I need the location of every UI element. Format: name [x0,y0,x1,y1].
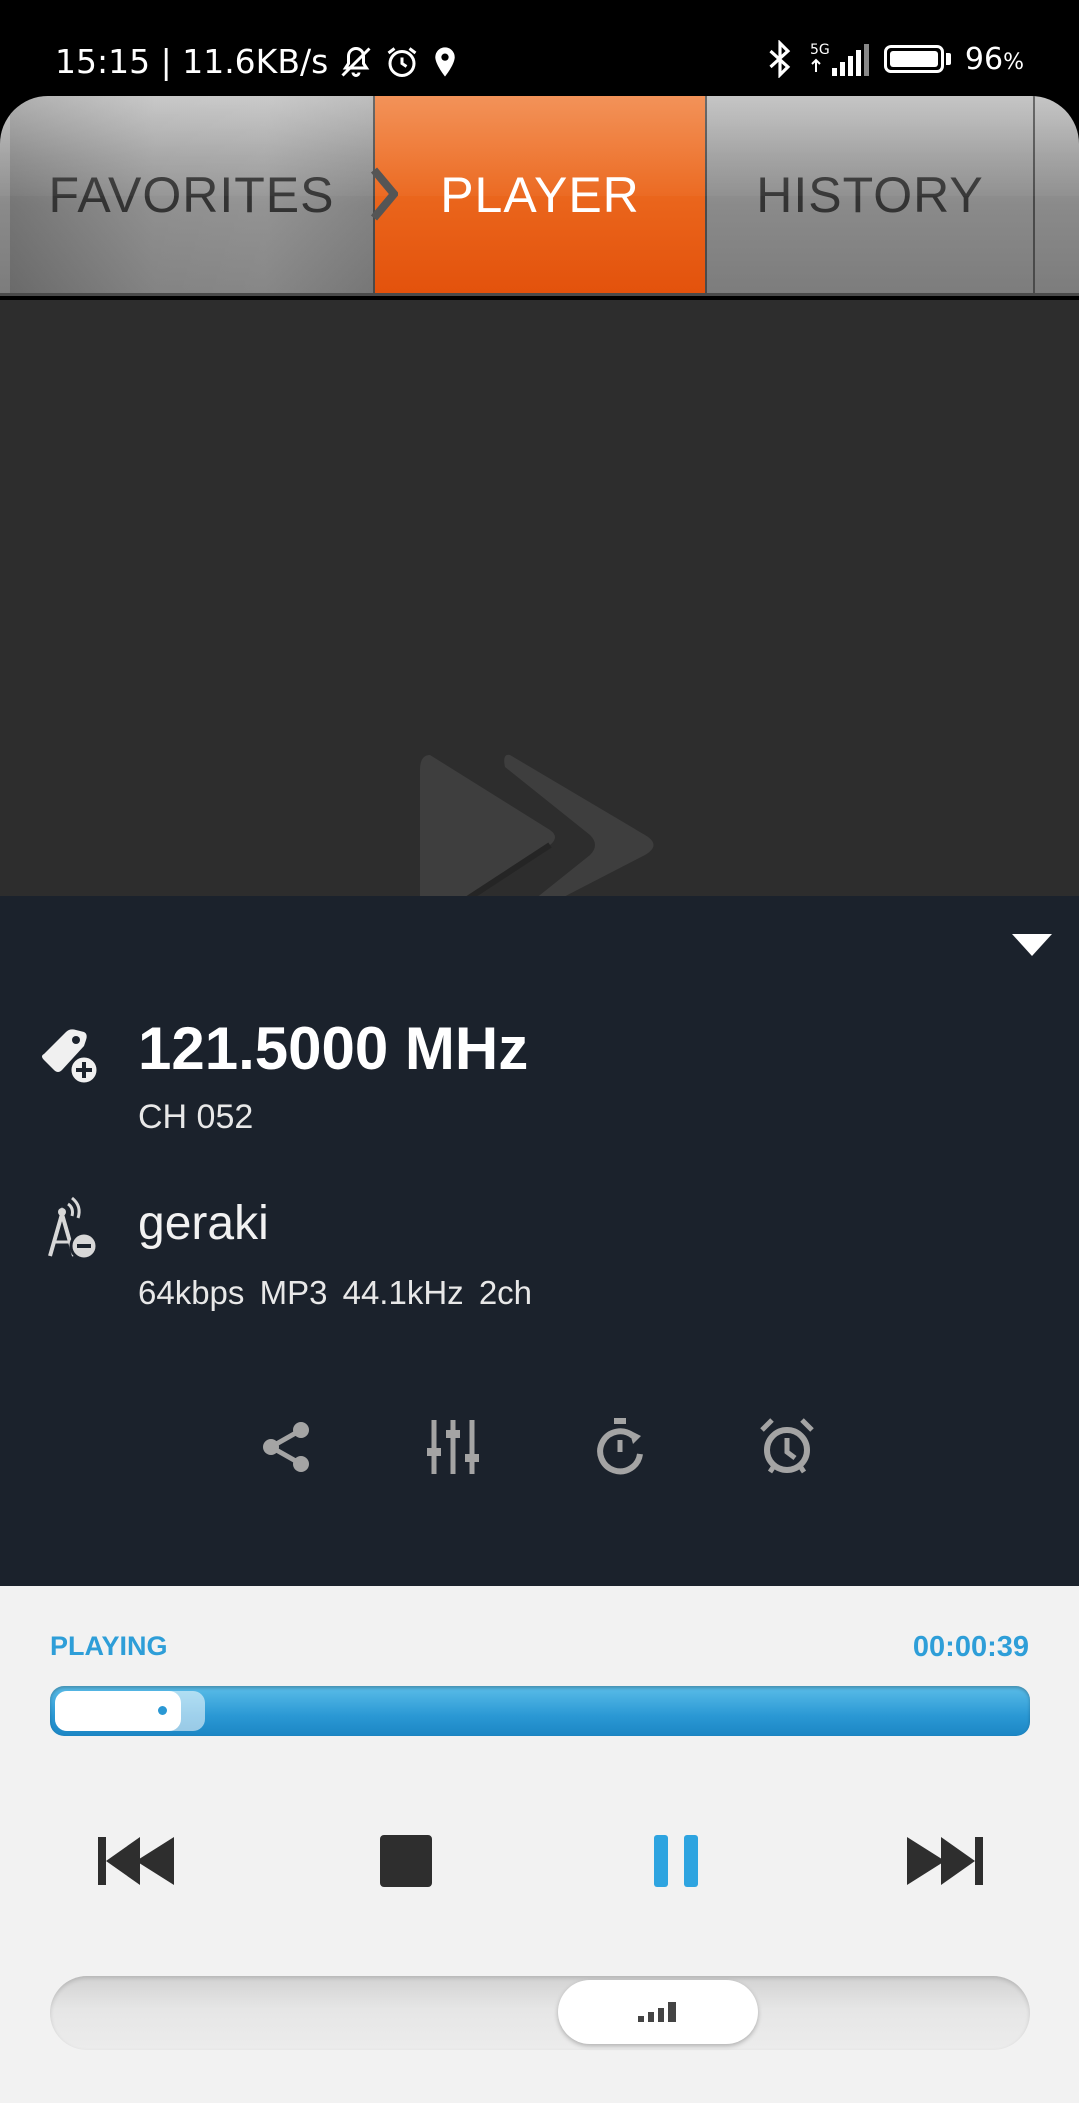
equalizer-icon[interactable] [422,1416,484,1478]
status-time-speed: 15:15 | 11.6KB/s [55,42,329,81]
tab-history[interactable]: HISTORY [705,96,1035,293]
tab-history-label: HISTORY [756,166,984,223]
volume-level-icon [638,2002,676,2022]
buffer-progress-bar[interactable] [50,1686,1030,1736]
player-controls: PLAYING 00:00:39 [0,1586,1079,2103]
skip-next-icon [907,1837,983,1885]
sleep-timer-icon[interactable] [589,1416,651,1478]
status-bar: 15:15 | 11.6KB/s 5G 96% [0,0,1079,96]
network-type: 5G [810,42,830,58]
skip-previous-icon [98,1837,174,1885]
location-icon [430,45,460,79]
share-icon[interactable] [255,1416,317,1478]
stream-info: 64kbps MP3 44.1kHz 2ch [138,1274,533,1311]
tab-player[interactable]: PLAYER [375,96,705,293]
action-bar [255,1416,818,1478]
tab-favorites-label: FAVORITES [48,166,335,223]
alarm-status-icon [384,44,420,80]
app-logo-play-icon [420,754,654,896]
top-tabs: FAVORITES PLAYER HISTORY [0,96,1079,296]
transport-controls [0,1806,1079,1916]
previous-button[interactable] [81,1806,191,1916]
add-favorite-tag-icon[interactable] [40,1026,102,1088]
alarm-icon[interactable] [756,1416,818,1478]
elapsed-time: 00:00:39 [912,1631,1029,1663]
battery-percent: 96% [964,41,1024,77]
bluetooth-icon [766,40,794,78]
stop-icon [380,1835,432,1887]
frequency: 121.5000 MHz [138,1015,529,1082]
tab-separator-arrow-icon [370,167,398,221]
signal-icon: 5G [808,40,870,78]
volume-slider[interactable] [50,1976,1030,2050]
volume-knob[interactable] [558,1980,758,2044]
battery-icon [883,45,951,73]
remove-station-tower-icon[interactable] [40,1196,102,1262]
stop-button[interactable] [351,1806,461,1916]
playback-status: PLAYING [50,1631,168,1661]
channel: CH 052 [138,1098,254,1136]
notifications-muted-icon [338,44,374,80]
station-info-panel: 121.5000 MHz CH 052 geraki 64kbps MP3 44… [0,896,1079,1586]
pause-button[interactable] [621,1806,731,1916]
station-artwork [0,300,1079,896]
progress-indicator-dot [158,1706,167,1715]
pause-icon [654,1835,698,1887]
tab-favorites[interactable]: FAVORITES [10,96,375,293]
next-button[interactable] [890,1806,1000,1916]
collapse-arrow-icon[interactable] [1010,932,1054,958]
tab-player-label: PLAYER [440,166,640,223]
station-name: geraki [138,1197,269,1250]
